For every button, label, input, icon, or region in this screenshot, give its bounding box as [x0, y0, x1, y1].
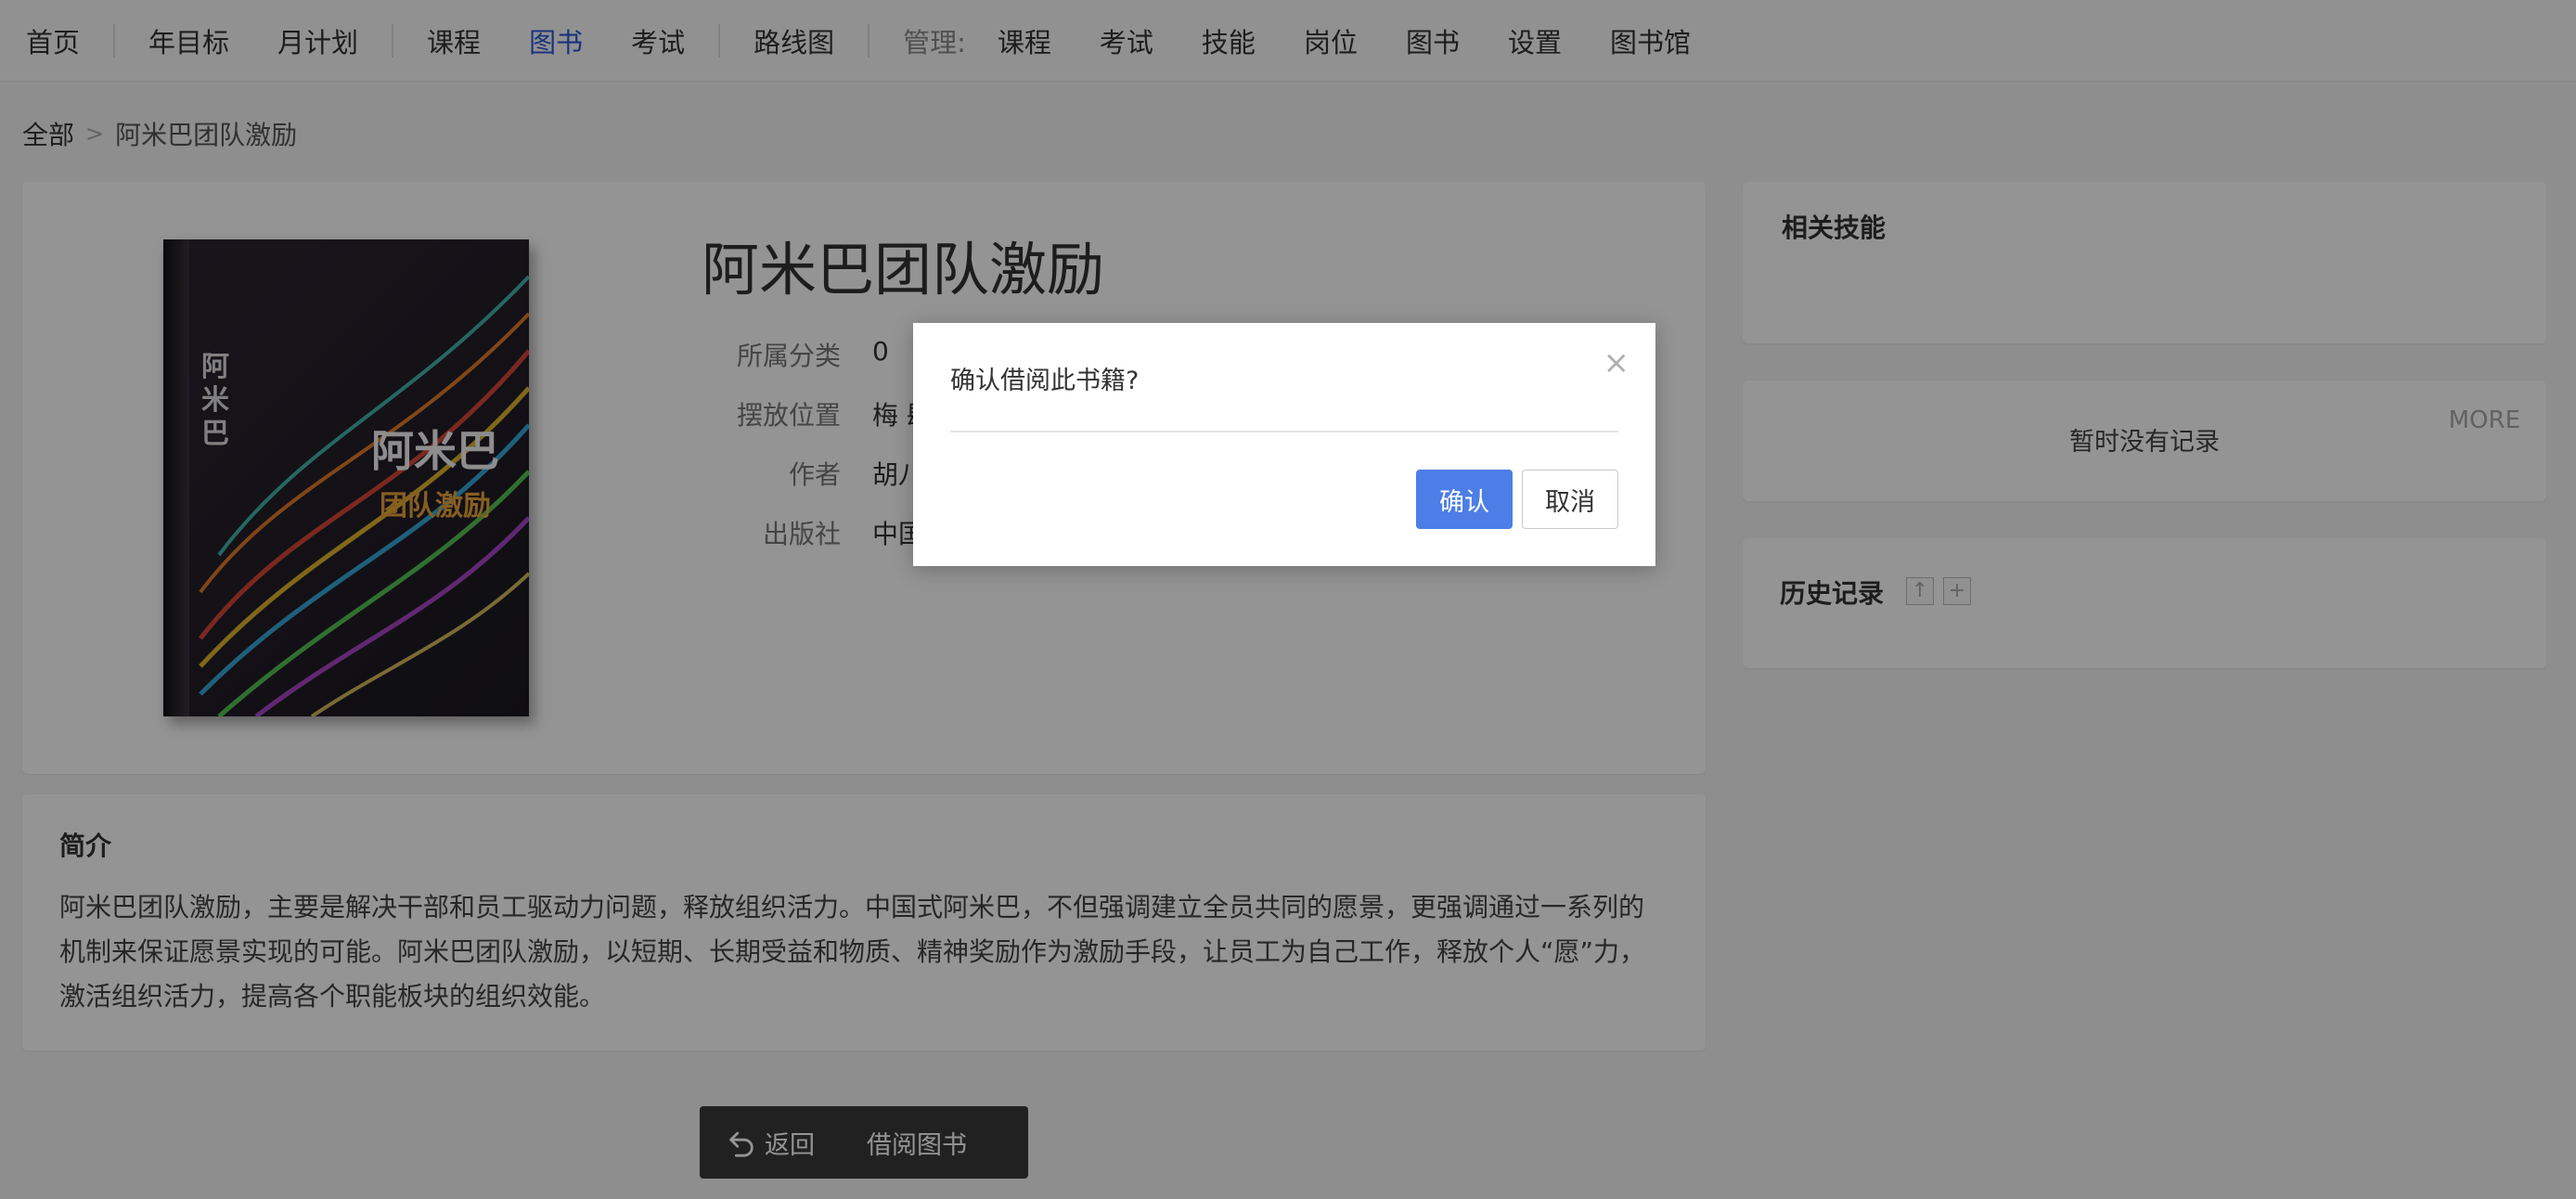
cancel-button[interactable]: 取消 — [1522, 470, 1618, 529]
dialog-divider — [950, 431, 1618, 432]
close-icon[interactable]: × — [1604, 347, 1630, 379]
confirm-borrow-dialog: 确认借阅此书籍? × 确认 取消 — [913, 323, 1655, 566]
dialog-message: 确认借阅此书籍? — [950, 367, 1140, 395]
confirm-button[interactable]: 确认 — [1416, 470, 1513, 529]
modal-backdrop[interactable] — [0, 0, 2576, 1199]
